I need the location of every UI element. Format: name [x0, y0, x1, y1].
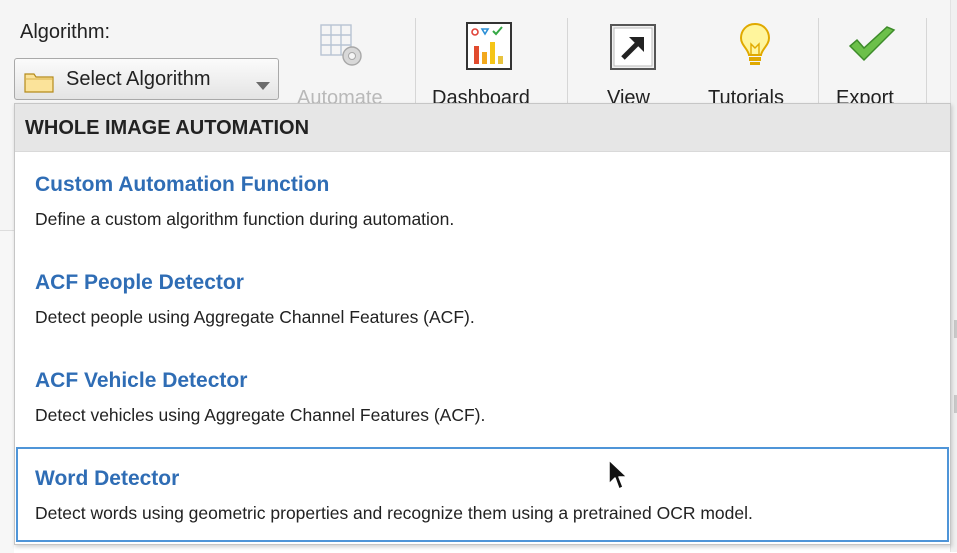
- view-icon: [610, 24, 656, 75]
- select-algorithm-label: Select Algorithm: [66, 68, 211, 90]
- menu-item-description: Detect vehicles using Aggregate Channel …: [35, 405, 486, 425]
- menu-item-acf-people-detector[interactable]: ACF People Detector Detect people using …: [16, 251, 949, 346]
- view-button[interactable]: View: [580, 0, 680, 110]
- menu-item-title: Custom Automation Function: [35, 173, 330, 196]
- dashboard-button[interactable]: Dashboard: [425, 0, 560, 110]
- toolstrip-divider: [926, 18, 927, 110]
- menu-item-description: Detect people using Aggregate Channel Fe…: [35, 307, 475, 327]
- menu-item-acf-vehicle-detector[interactable]: ACF Vehicle Detector Detect vehicles usi…: [16, 349, 949, 444]
- lightbulb-icon: [739, 22, 771, 73]
- menu-item-title: Word Detector: [35, 467, 180, 490]
- menu-item-title: ACF Vehicle Detector: [35, 369, 248, 392]
- checkmark-icon: [847, 26, 897, 71]
- menu-item-title: ACF People Detector: [35, 271, 244, 294]
- automate-button[interactable]: Automate: [290, 0, 405, 110]
- toolstrip-divider: [415, 18, 416, 110]
- menu-item-word-detector[interactable]: Word Detector Detect words using geometr…: [16, 447, 949, 542]
- folder-icon: [24, 71, 54, 98]
- mouse-cursor-icon: [607, 458, 629, 497]
- select-algorithm-dropdown[interactable]: Select Algorithm: [14, 58, 279, 100]
- chevron-down-icon: [256, 77, 270, 95]
- right-scrollbar[interactable]: [950, 0, 957, 552]
- menu-item-custom-automation-function[interactable]: Custom Automation Function Define a cust…: [16, 153, 949, 248]
- menu-section-header: WHOLE IMAGE AUTOMATION: [15, 104, 950, 152]
- menu-item-description: Define a custom algorithm function durin…: [35, 209, 455, 229]
- dashboard-icon: [466, 22, 512, 75]
- toolstrip-divider: [818, 18, 819, 110]
- export-button[interactable]: Export: [825, 0, 920, 110]
- algorithm-menu: WHOLE IMAGE AUTOMATION Custom Automation…: [14, 103, 951, 545]
- automate-icon: [318, 22, 366, 75]
- algorithm-label: Algorithm:: [20, 21, 111, 43]
- toolstrip-divider: [567, 18, 568, 110]
- menu-item-description: Detect words using geometric properties …: [35, 503, 753, 523]
- left-panel: [0, 230, 14, 553]
- tutorials-button[interactable]: Tutorials: [695, 0, 815, 110]
